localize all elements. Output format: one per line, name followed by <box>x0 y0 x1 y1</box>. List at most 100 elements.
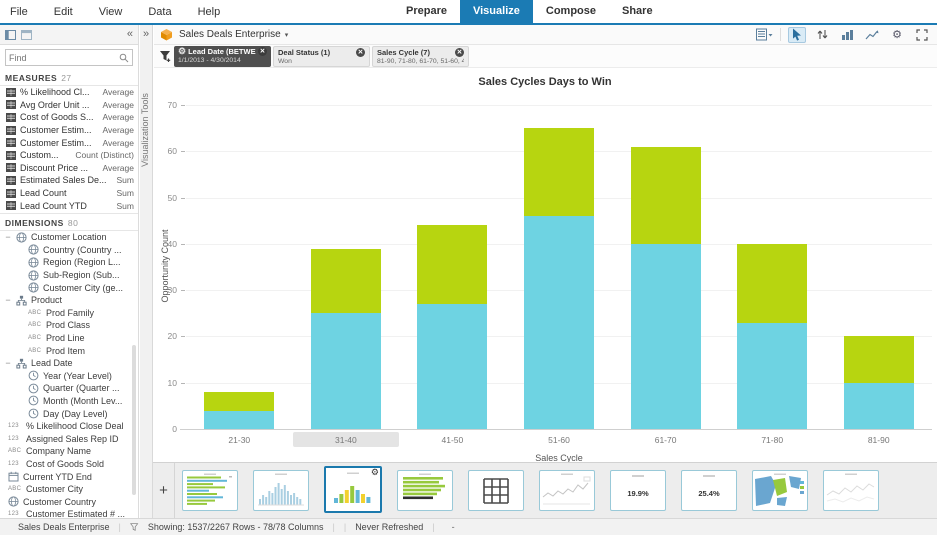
dimension-row[interactable]: ABCProd Item <box>0 344 138 357</box>
dimension-row[interactable]: Day (Day Level) <box>0 407 138 420</box>
view-selector-icon[interactable] <box>755 27 773 43</box>
collapse-node-icon[interactable]: − <box>4 295 12 305</box>
dimension-row[interactable]: Region (Region L... <box>0 256 138 269</box>
dimension-row[interactable]: Customer Country <box>0 495 138 508</box>
collapse-node-icon[interactable]: − <box>4 232 12 242</box>
x-axis-category-label[interactable]: 61-70 <box>612 435 719 445</box>
dataset-title[interactable]: Sales Deals Enterprise <box>179 29 281 40</box>
tab-share[interactable]: Share <box>609 0 666 23</box>
dimension-row[interactable]: Country (Country ... <box>0 244 138 257</box>
find-input[interactable] <box>9 53 119 63</box>
menu-file[interactable]: File <box>10 6 42 18</box>
bar-segment-segment-top[interactable] <box>737 244 807 323</box>
dimension-row[interactable]: Sub-Region (Sub... <box>0 269 138 282</box>
dimension-row[interactable]: 123Customer Estimated # ... <box>0 508 138 518</box>
dataset-dropdown-icon[interactable]: ▾ <box>285 31 289 39</box>
x-axis-category-label[interactable]: 31-40 <box>293 435 400 445</box>
sidebar-scrollbar[interactable] <box>132 345 136 495</box>
status-more-dropdown[interactable]: - <box>444 522 463 532</box>
viz-thumbnail-line-chart[interactable] <box>539 470 595 511</box>
tab-prepare[interactable]: Prepare <box>393 0 460 23</box>
collapse-node-icon[interactable]: − <box>4 358 12 368</box>
sort-icon[interactable] <box>813 27 831 43</box>
bar-segment-segment-top[interactable] <box>844 336 914 382</box>
measure-row[interactable]: Estimated Sales De...Sum <box>0 174 138 187</box>
viz-thumbnail-line-chart-light[interactable] <box>823 470 879 511</box>
viz-thumbnail-kpi-tile[interactable]: 19.9% <box>610 470 666 511</box>
layout-left-panel-icon[interactable] <box>5 30 16 40</box>
tab-compose[interactable]: Compose <box>533 0 609 23</box>
bar-segment-segment-bottom[interactable] <box>204 411 274 430</box>
add-visualization-button[interactable]: + <box>153 463 175 518</box>
x-axis-category-label[interactable]: 81-90 <box>825 435 932 445</box>
trend-icon[interactable] <box>863 27 881 43</box>
bar-segment-segment-bottom[interactable] <box>417 304 487 429</box>
dimension-row[interactable]: ABCCompany Name <box>0 445 138 458</box>
viz-thumbnail-crosstab[interactable] <box>468 470 524 511</box>
select-tool-icon[interactable] <box>788 27 806 43</box>
viz-thumbnail-column-chart-colored[interactable]: ⚙ <box>324 466 382 513</box>
dimension-row[interactable]: 123% Likelihood Close Deal <box>0 420 138 433</box>
dimension-row[interactable]: Quarter (Quarter ... <box>0 382 138 395</box>
x-axis-category-label[interactable]: 41-50 <box>399 435 506 445</box>
bar-segment-segment-top[interactable] <box>204 392 274 411</box>
dimension-row[interactable]: −Lead Date <box>0 357 138 370</box>
add-filter-icon[interactable] <box>157 50 174 63</box>
viz-thumbnail-horizontal-bar-chart[interactable] <box>182 470 238 511</box>
filter-chip-deal-status[interactable]: Deal Status (1)✕ Won <box>273 46 370 67</box>
menu-help[interactable]: Help <box>198 6 235 18</box>
measure-row[interactable]: % Likelihood Cl...Average <box>0 86 138 99</box>
bar-segment-segment-bottom[interactable] <box>737 323 807 430</box>
measure-row[interactable]: Lead CountSum <box>0 187 138 200</box>
measure-row[interactable]: Customer Estim...Average <box>0 124 138 137</box>
bar-segment-segment-top[interactable] <box>524 128 594 216</box>
filter-chip-lead-date[interactable]: ⚙Lead Date (BETWEEN)✕ 1/1/2013 - 4/30/20… <box>174 46 271 67</box>
bar-segment-segment-top[interactable] <box>417 225 487 304</box>
viz-thumbnail-column-chart-blue[interactable] <box>253 470 309 511</box>
measure-row[interactable]: Discount Price ...Average <box>0 162 138 175</box>
menu-edit[interactable]: Edit <box>54 6 87 18</box>
ranking-icon[interactable] <box>838 27 856 43</box>
maximize-icon[interactable] <box>913 27 931 43</box>
dimension-row[interactable]: ABCProd Class <box>0 319 138 332</box>
dimension-row[interactable]: −Customer Location <box>0 231 138 244</box>
thumbnail-settings-gear-icon[interactable]: ⚙ <box>371 468 379 477</box>
measure-row[interactable]: Custom...Count (Distinct) <box>0 149 138 162</box>
layout-top-panel-icon[interactable] <box>21 30 32 40</box>
dimension-row[interactable]: ABCCustomer City <box>0 483 138 496</box>
viz-thumbnail-kpi-tile[interactable]: 25.4% <box>681 470 737 511</box>
dimension-row[interactable]: −Product <box>0 294 138 307</box>
bar-segment-segment-bottom[interactable] <box>524 216 594 429</box>
bar-segment-segment-top[interactable] <box>311 249 381 314</box>
expand-panel-icon[interactable]: » <box>140 29 152 40</box>
x-axis-category-label[interactable]: 71-80 <box>719 435 826 445</box>
dimension-row[interactable]: Customer City (ge... <box>0 281 138 294</box>
measure-row[interactable]: Cost of Goods S...Average <box>0 111 138 124</box>
filter-chip-sales-cycle[interactable]: Sales Cycle (7)✕ 81-90, 71-80, 61-70, 51… <box>372 46 469 67</box>
search-icon[interactable] <box>119 53 129 63</box>
bar-segment-segment-bottom[interactable] <box>311 313 381 429</box>
dimension-row[interactable]: 123Cost of Goods Sold <box>0 458 138 471</box>
dimension-row[interactable]: Month (Month Lev... <box>0 395 138 408</box>
viz-thumbnail-geo-map[interactable] <box>752 470 808 511</box>
dimension-row[interactable]: Year (Year Level) <box>0 369 138 382</box>
measures-section-header[interactable]: MEASURES27 <box>0 69 138 86</box>
bar-segment-segment-bottom[interactable] <box>844 383 914 429</box>
remove-filter-icon[interactable]: ✕ <box>258 47 267 56</box>
dimension-row[interactable]: ABCProd Line <box>0 332 138 345</box>
measure-row[interactable]: Avg Order Unit ...Average <box>0 99 138 112</box>
remove-filter-icon[interactable]: ✕ <box>356 48 365 57</box>
tab-visualize[interactable]: Visualize <box>460 0 533 23</box>
x-axis-category-label[interactable]: 51-60 <box>506 435 613 445</box>
menu-data[interactable]: Data <box>148 6 185 18</box>
viz-thumbnail-horizontal-bar-chart-green[interactable] <box>397 470 453 511</box>
x-axis-category-label[interactable]: 21-30 <box>186 435 293 445</box>
bar-segment-segment-top[interactable] <box>631 147 701 244</box>
collapse-panel-icon[interactable]: « <box>127 29 133 40</box>
settings-gear-icon[interactable]: ⚙ <box>888 27 906 43</box>
dimension-row[interactable]: Current YTD End <box>0 470 138 483</box>
measure-row[interactable]: Customer Estim...Average <box>0 136 138 149</box>
dimension-row[interactable]: ABCProd Family <box>0 307 138 320</box>
menu-view[interactable]: View <box>99 6 137 18</box>
measure-row[interactable]: Lead Count YTDSum <box>0 199 138 212</box>
